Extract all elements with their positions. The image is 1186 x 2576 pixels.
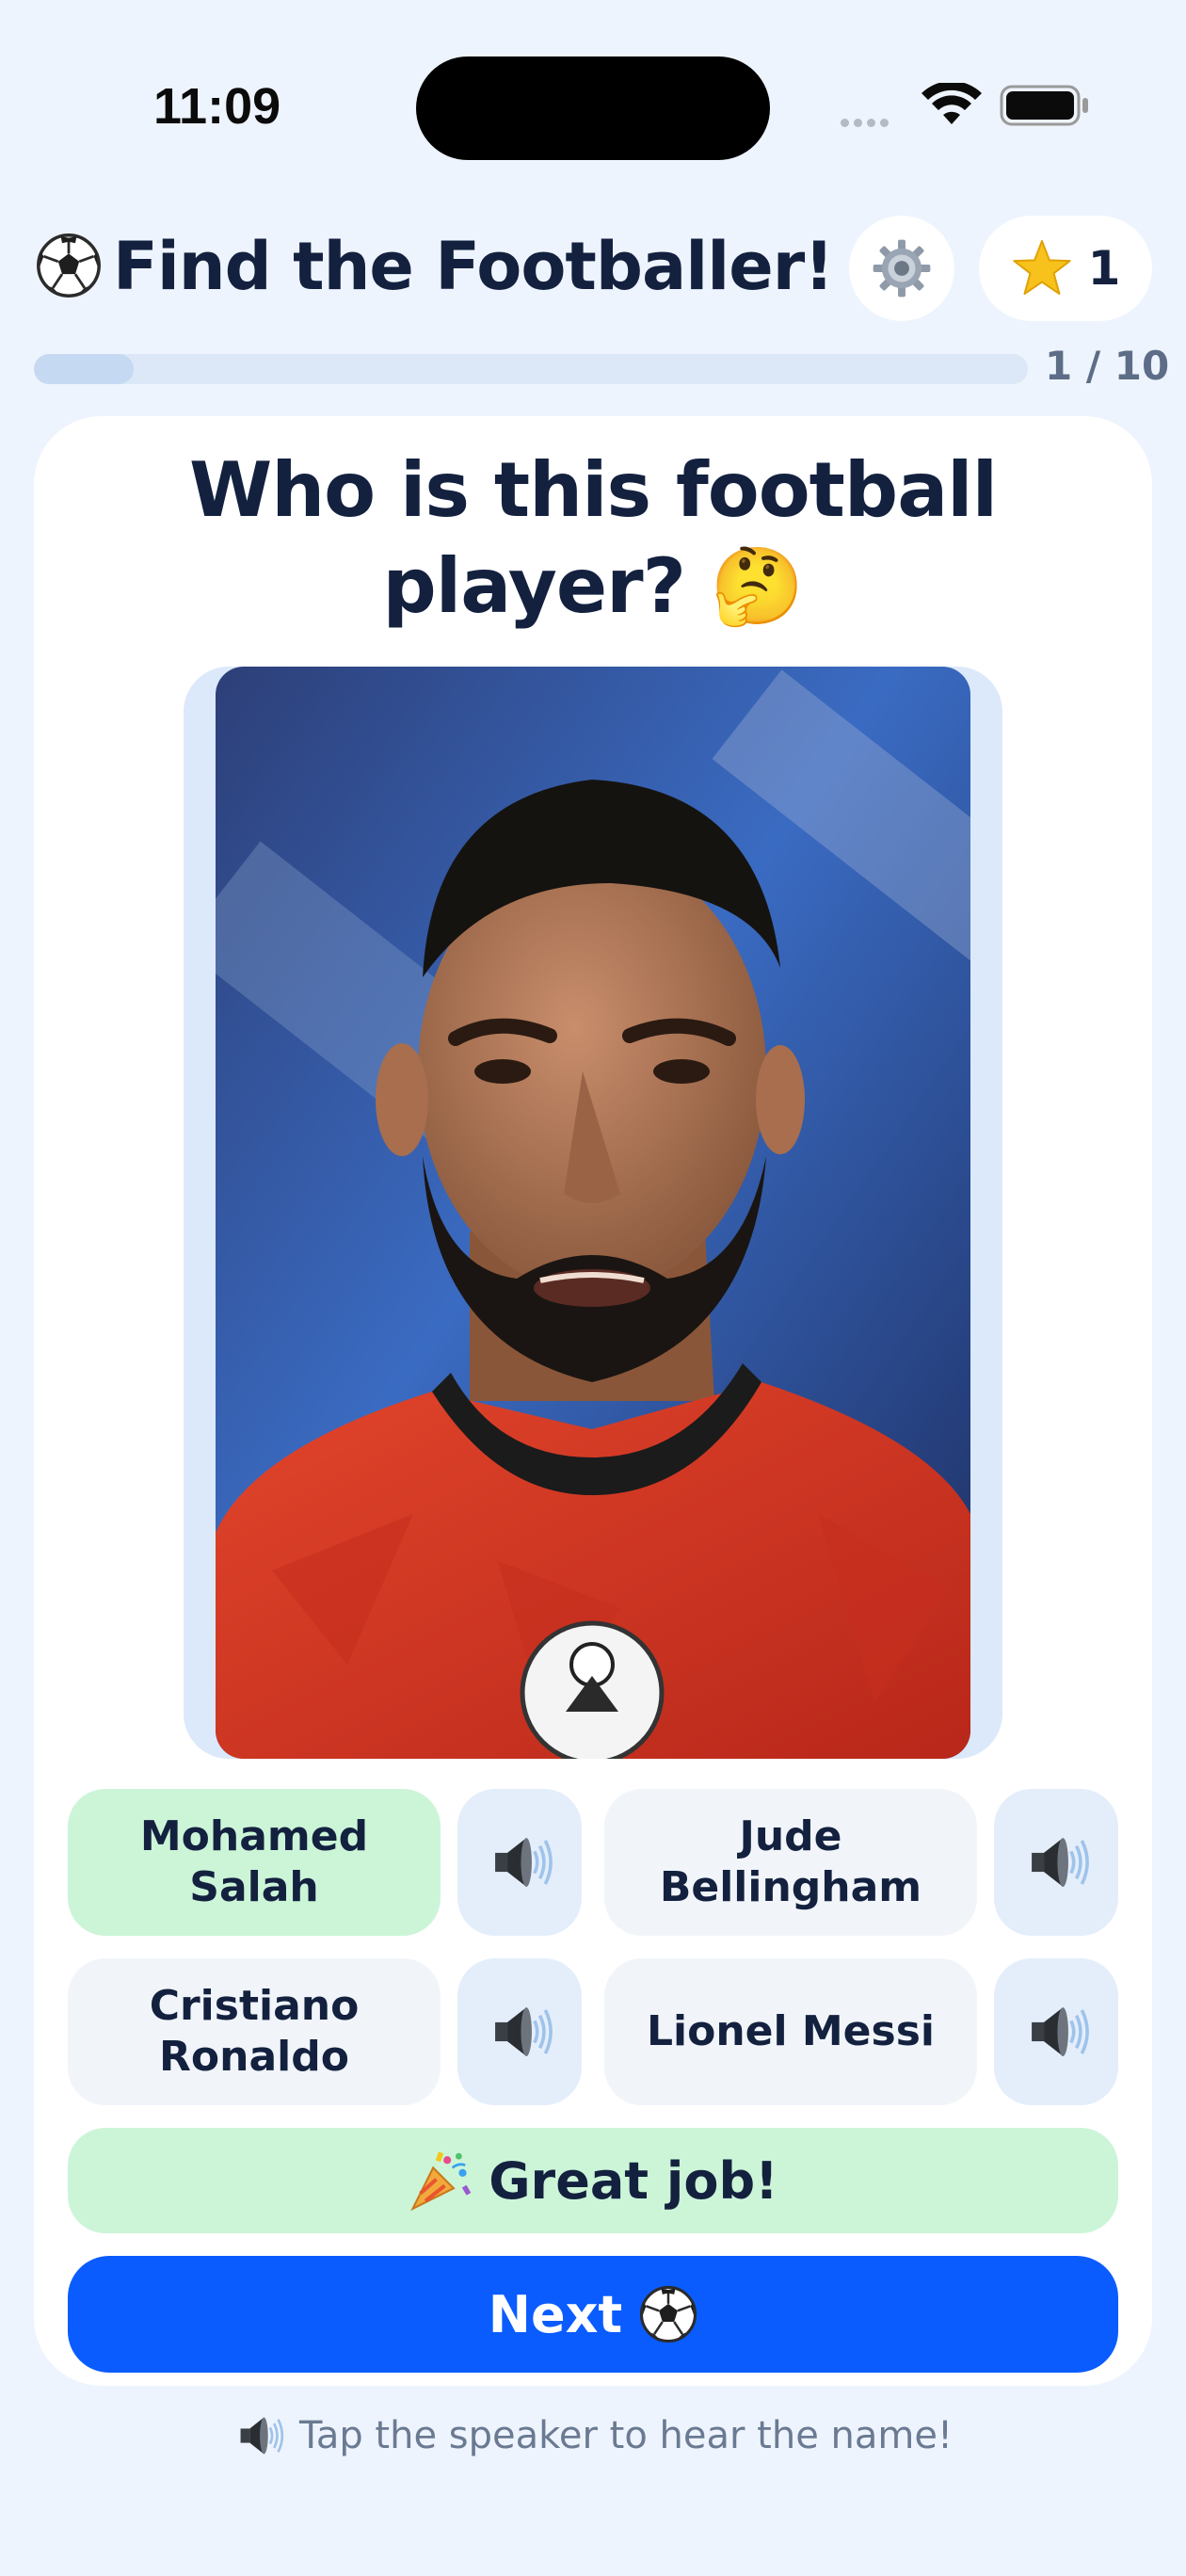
speaker-icon	[486, 1998, 553, 2066]
feedback-banner: Great job!	[68, 2128, 1118, 2233]
speaker-button-3[interactable]	[457, 1958, 582, 2105]
next-button-label: Next	[488, 2284, 623, 2344]
battery-icon	[1000, 85, 1090, 126]
feedback-text: Great job!	[489, 2150, 778, 2211]
player-photo-frame	[184, 667, 1002, 1759]
answer-option-3[interactable]: Cristiano Ronaldo	[68, 1958, 441, 2105]
dynamic-island	[416, 56, 770, 160]
gear-icon	[873, 239, 931, 298]
cellular-signal-icon	[841, 113, 893, 131]
soccer-ball-icon	[639, 2285, 697, 2343]
speaker-icon	[1022, 1998, 1090, 2066]
hint-label: Tap the speaker to hear the name!	[299, 2414, 953, 2457]
hint-text: Tap the speaker to hear the name!	[0, 2410, 1186, 2461]
score-value: 1	[1087, 241, 1121, 296]
question-text: Who is this football player? 🤔	[188, 446, 998, 630]
speaker-button-4[interactable]	[994, 1958, 1118, 2105]
speaker-button-2[interactable]	[994, 1789, 1118, 1936]
party-popper-icon	[410, 2151, 472, 2212]
star-icon	[1012, 239, 1071, 296]
page-title-text: Find the Footballer!	[113, 228, 834, 305]
speaker-button-1[interactable]	[457, 1789, 582, 1936]
wifi-icon	[921, 81, 983, 128]
progress-bar	[34, 354, 1028, 384]
soccer-ball-icon	[36, 233, 102, 298]
answer-option-1[interactable]: Mohamed Salah	[68, 1789, 441, 1936]
progress-fill	[34, 354, 134, 384]
speaker-icon	[233, 2410, 284, 2461]
player-photo	[216, 667, 970, 1759]
score-badge: 1	[979, 216, 1152, 321]
answer-option-2[interactable]: Jude Bellingham	[604, 1789, 977, 1936]
speaker-icon	[486, 1828, 553, 1896]
page-title: Find the Footballer!	[36, 228, 834, 305]
speaker-icon	[1022, 1828, 1090, 1896]
next-button[interactable]: Next	[68, 2256, 1118, 2373]
progress-text: 1 / 10	[1045, 343, 1170, 389]
settings-button[interactable]	[849, 216, 954, 321]
answer-option-4[interactable]: Lionel Messi	[604, 1958, 977, 2105]
status-time: 11:09	[153, 78, 281, 135]
